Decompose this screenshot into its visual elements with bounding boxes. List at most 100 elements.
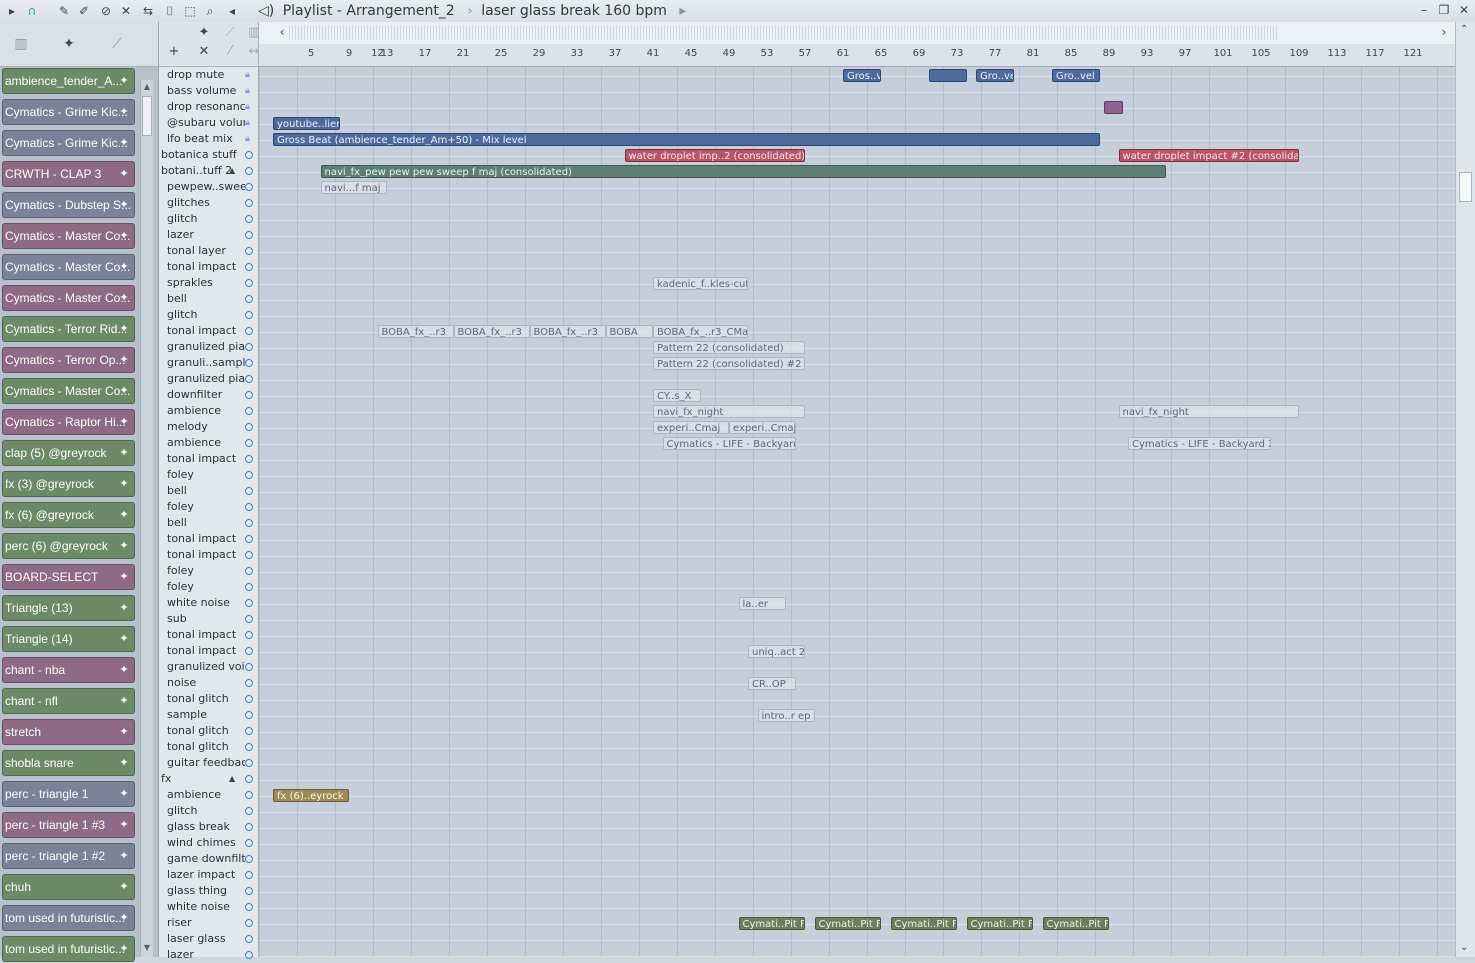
track-header[interactable]: ambience <box>159 403 258 419</box>
track-header[interactable]: foley <box>159 467 258 483</box>
scroll-top-icon[interactable]: ⌃ <box>1460 24 1468 35</box>
track-enable-icon[interactable] <box>245 519 253 527</box>
picker-clip[interactable]: Cymatics - Master Co... ✦ <box>2 223 135 249</box>
track-header[interactable]: foley <box>159 563 258 579</box>
playlist-clip[interactable]: navi...f maj <box>320 181 387 194</box>
playlist-clip[interactable]: Gro..vel <box>1052 69 1100 82</box>
track-header[interactable]: bell <box>159 483 258 499</box>
track-enable-icon[interactable] <box>245 615 253 623</box>
track-header[interactable]: bell <box>159 515 258 531</box>
automation-icon[interactable]: ⟋ <box>221 25 239 43</box>
track-header[interactable]: glass thing <box>159 883 258 899</box>
track-enable-icon[interactable] <box>245 375 253 383</box>
playlist-clip[interactable]: navi_fx_pew pew pew sweep f maj (consoli… <box>320 165 1166 178</box>
picker-clip[interactable]: CRWTH - CLAP 3 ✦ <box>2 161 135 187</box>
track-header[interactable]: sample <box>159 707 258 723</box>
track-enable-icon[interactable] <box>245 471 253 479</box>
scroll-left-icon[interactable]: ‹ <box>275 25 289 39</box>
track-enable-icon[interactable] <box>245 551 253 559</box>
playlist-clip[interactable]: BOBA <box>605 325 653 338</box>
picker-clip[interactable]: BOARD-SELECT ✦ <box>2 564 135 590</box>
track-enable-icon[interactable] <box>245 695 253 703</box>
track-header[interactable]: granulized piano <box>159 371 258 387</box>
track-header[interactable]: tonal layer <box>159 243 258 259</box>
track-enable-icon[interactable] <box>245 775 253 783</box>
track-header[interactable]: tonal glitch <box>159 691 258 707</box>
picker-scrollbar[interactable]: ▲ ▼ <box>140 80 153 957</box>
playlist-clip[interactable]: intro..r ep <box>757 709 815 722</box>
playlist-clip[interactable]: CR..OP <box>748 677 796 690</box>
picker-clip[interactable]: Cymatics - Raptor Hi... ✦ <box>2 409 135 435</box>
track-enable-icon[interactable] <box>245 503 253 511</box>
track-enable-icon[interactable] <box>245 647 253 655</box>
track-enable-icon[interactable] <box>245 455 253 463</box>
track-header[interactable]: drop resonance 🔒︎ <box>159 99 258 115</box>
track-header[interactable]: tonal glitch <box>159 739 258 755</box>
track-enable-icon[interactable] <box>245 887 253 895</box>
picker-clip[interactable]: clap (5) @greyrock ✦ <box>2 440 135 466</box>
track-header[interactable]: game downfilter <box>159 851 258 867</box>
track-header[interactable]: tonal impact <box>159 323 258 339</box>
track-header[interactable]: melody <box>159 419 258 435</box>
track-header[interactable]: riser <box>159 915 258 931</box>
track-header[interactable]: wind chimes <box>159 835 258 851</box>
magnet-icon[interactable]: ∩ <box>24 3 40 19</box>
playlist-clip[interactable]: youtube..lier <box>273 117 340 130</box>
track-header[interactable]: granuli..sample <box>159 355 258 371</box>
picker-clip[interactable]: tom used in futuristic... ✦ <box>2 936 135 962</box>
track-enable-icon[interactable] <box>245 535 253 543</box>
track-enable-icon[interactable] <box>245 567 253 575</box>
track-header[interactable]: @subaru volume🔒︎ <box>159 115 258 131</box>
track-header[interactable]: glitch <box>159 803 258 819</box>
patterns-filter-icon[interactable]: ▥ <box>10 36 32 54</box>
track-header[interactable]: glitch <box>159 307 258 323</box>
slip-icon[interactable]: ⇆ <box>140 3 156 19</box>
track-header[interactable]: bell <box>159 291 258 307</box>
playlist-vertical-scrollbar[interactable]: ⌃ ⌄ <box>1455 22 1475 957</box>
track-header[interactable]: glass break <box>159 819 258 835</box>
playlist-clip[interactable]: CY..s_X <box>653 389 701 402</box>
track-enable-icon[interactable] <box>245 391 253 399</box>
track-header[interactable]: tonal glitch <box>159 723 258 739</box>
playlist-clip[interactable]: Cymati..Pit F <box>814 917 881 930</box>
playlist-clip[interactable]: Cymati..Pit F <box>890 917 957 930</box>
track-header[interactable]: noise <box>159 675 258 691</box>
track-header[interactable]: laser glass <box>159 931 258 947</box>
picker-clip[interactable]: Cymatics - Grime Kic... ✦ <box>2 99 135 125</box>
picker-clip[interactable]: perc - triangle 1 #2 ✦ <box>2 843 135 869</box>
playlist-clip[interactable]: Pattern 22 (consolidated) <box>653 341 805 354</box>
track-header[interactable]: tonal impact <box>159 627 258 643</box>
add-track-icon[interactable]: + <box>165 44 183 62</box>
picker-clip[interactable]: Cymatics - Grime Kic... ✦ <box>2 130 135 156</box>
audio-icon[interactable]: ✦ <box>195 25 213 43</box>
track-header[interactable]: granulized piano <box>159 339 258 355</box>
playlist-clip[interactable]: navi_fx_night <box>653 405 805 418</box>
track-enable-icon[interactable] <box>245 951 253 959</box>
track-enable-icon[interactable] <box>245 327 253 335</box>
track-header[interactable]: ambience <box>159 787 258 803</box>
track-enable-icon[interactable] <box>245 791 253 799</box>
track-enable-icon[interactable] <box>245 359 253 367</box>
track-enable-icon[interactable] <box>245 439 253 447</box>
play-arrow-icon[interactable]: ▸ <box>4 3 20 19</box>
track-enable-icon[interactable] <box>245 823 253 831</box>
track-enable-icon[interactable] <box>245 311 253 319</box>
track-header[interactable]: white noise <box>159 595 258 611</box>
slice-icon[interactable]: ⌷ <box>162 3 178 19</box>
track-header[interactable]: lazer impact <box>159 867 258 883</box>
playlist-clip[interactable]: water droplet impact #2 (consolidated) #… <box>1118 149 1299 162</box>
track-enable-icon[interactable] <box>245 839 253 847</box>
track-header[interactable]: drop mute 🔒︎ <box>159 67 258 83</box>
playlist-grid[interactable]: Gros..vel Gro..vel Gro..vel youtube..lier Gr… <box>259 67 1455 957</box>
track-enable-icon[interactable] <box>245 295 253 303</box>
picker-clip[interactable]: Triangle (13) ✦ <box>2 595 135 621</box>
track-header[interactable]: tonal impact <box>159 451 258 467</box>
track-enable-icon[interactable] <box>245 663 253 671</box>
track-enable-icon[interactable] <box>245 423 253 431</box>
track-header[interactable]: downfilter <box>159 387 258 403</box>
track-enable-icon[interactable] <box>245 807 253 815</box>
collapse-group-icon[interactable]: ▲ <box>229 163 235 179</box>
playlist-clip[interactable]: Cymatics - LIFE - Backyard 2 <box>1128 437 1271 450</box>
track-header[interactable]: sub <box>159 611 258 627</box>
track-enable-icon[interactable] <box>245 183 253 191</box>
